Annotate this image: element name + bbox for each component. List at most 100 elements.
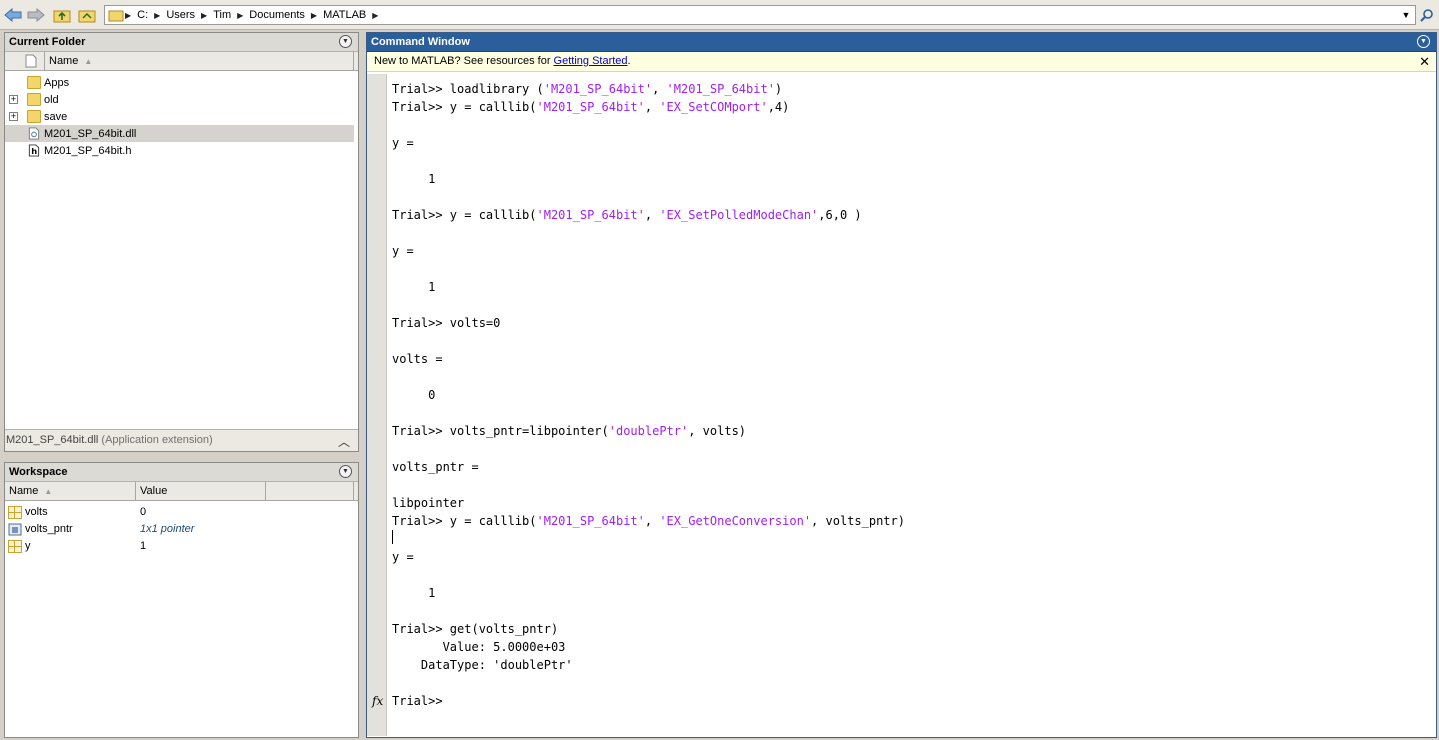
up-one-level-button[interactable] (52, 6, 72, 24)
command-line: Trial>> loadlibrary ('M201_SP_64bit', 'M… (392, 80, 905, 98)
command-window-panel: Command Window ▼ New to MATLAB? See reso… (366, 32, 1437, 738)
matrix-icon (8, 540, 22, 553)
panel-actions-button[interactable]: ▼ (339, 465, 352, 478)
file-item-apps[interactable]: Apps (5, 74, 354, 91)
name-column-header[interactable]: Name ▲ (45, 52, 354, 70)
command-line: Trial>> volts_pntr=libpointer('doublePtr… (392, 422, 905, 440)
command-line (392, 368, 905, 386)
command-output[interactable]: Trial>> loadlibrary ('M201_SP_64bit', 'M… (392, 80, 905, 710)
command-line: Trial>> volts=0 (392, 314, 905, 332)
back-button[interactable] (3, 6, 23, 24)
file-item-dll[interactable]: M201_SP_64bit.dll (5, 125, 354, 142)
command-line: y = (392, 548, 905, 566)
string-literal: 'doublePtr' (608, 424, 689, 438)
current-folder-path[interactable]: ▶ C: ▶ Users ▶ Tim ▶ Documents ▶ MATLAB … (104, 5, 1416, 25)
file-type-column-header[interactable] (5, 52, 45, 70)
command-line (392, 530, 905, 548)
string-literal: 'M201_SP_64bit' (536, 514, 645, 528)
command-text: ,4) (767, 100, 790, 114)
string-literal: 'EX_GetOneConversion' (659, 514, 812, 528)
breadcrumb-c[interactable]: C: (132, 9, 153, 21)
current-folder-panel: Current Folder ▼ Name ▲ Apps + old + save… (4, 32, 359, 452)
file-item-save[interactable]: + save (5, 108, 354, 125)
text-cursor (392, 530, 393, 544)
command-line: Trial>> y = calllib('M201_SP_64bit', 'EX… (392, 98, 905, 116)
workspace-header: Name ▲ Value (5, 482, 358, 501)
command-text: Trial>> (392, 694, 443, 708)
string-literal: 'M201_SP_64bit' (543, 82, 653, 96)
close-icon[interactable]: ✕ (1419, 54, 1430, 70)
string-literal: 'M201_SP_64bit' (666, 82, 775, 96)
svg-text:h: h (31, 146, 37, 156)
file-item-header[interactable]: h M201_SP_64bit.h (5, 142, 354, 159)
command-line: Trial>> y = calllib('M201_SP_64bit', 'EX… (392, 512, 905, 530)
command-window-title: Command Window (371, 36, 470, 48)
workspace-title-bar: Workspace ▼ (5, 463, 358, 482)
command-line: DataType: 'doublePtr' (392, 656, 905, 674)
command-text: , (644, 100, 660, 114)
workspace-row-volts-pntr[interactable]: volts_pntr 1x1 pointer (5, 521, 354, 538)
command-line (392, 674, 905, 692)
command-line: y = (392, 134, 905, 152)
command-line (392, 332, 905, 350)
command-line (392, 224, 905, 242)
sort-ascending-icon: ▲ (84, 57, 93, 66)
workspace-panel: Workspace ▼ Name ▲ Value volts 0 volts_pn… (4, 462, 359, 738)
chevron-down-icon: ▼ (1420, 38, 1427, 45)
function-browser-icon[interactable]: fx (372, 694, 383, 708)
browse-folder-button[interactable] (77, 6, 97, 24)
command-line (392, 440, 905, 458)
chevron-down-icon: ▼ (342, 38, 349, 45)
sort-ascending-icon: ▲ (44, 487, 53, 496)
breadcrumb-separator-icon: ▶ (154, 10, 161, 20)
forward-button[interactable] (26, 6, 46, 24)
panel-actions-button[interactable]: ▼ (1417, 35, 1430, 48)
search-button[interactable] (1418, 6, 1436, 24)
command-text: ,6,0 ) (818, 208, 862, 222)
command-text: Trial>> volts=0 (392, 316, 501, 330)
command-text: Trial>> loadlibrary ( (392, 82, 544, 96)
breadcrumb-separator-icon: ▶ (237, 10, 244, 20)
command-line: 1 (392, 278, 905, 296)
command-line: libpointer (392, 494, 905, 512)
ws-name-column-header[interactable]: Name ▲ (5, 482, 136, 500)
command-line (392, 602, 905, 620)
file-item-old[interactable]: + old (5, 91, 354, 108)
command-line: Trial>> y = calllib('M201_SP_64bit', 'EX… (392, 206, 905, 224)
string-literal: 'M201_SP_64bit' (536, 208, 645, 222)
dropdown-arrow-icon: ▼ (1401, 10, 1411, 20)
path-history-dropdown[interactable]: ▼ (1398, 6, 1414, 24)
command-line: Value: 5.0000e+03 (392, 638, 905, 656)
command-line (392, 296, 905, 314)
command-line (392, 260, 905, 278)
command-line (392, 404, 905, 422)
expand-plus-icon[interactable]: + (9, 95, 18, 104)
breadcrumb-matlab[interactable]: MATLAB (318, 9, 371, 21)
command-text: Trial>> y = calllib( (392, 100, 537, 114)
command-text: Trial>> volts_pntr=libpointer( (392, 424, 609, 438)
breadcrumb-separator-icon: ▶ (310, 10, 318, 20)
workspace-row-volts[interactable]: volts 0 (5, 504, 354, 521)
command-line (392, 476, 905, 494)
breadcrumb-documents[interactable]: Documents (244, 9, 310, 21)
pointer-object-icon (8, 523, 22, 536)
breadcrumb-separator-icon: ▶ (372, 10, 379, 20)
command-text: 1 (392, 172, 436, 186)
workspace-row-y[interactable]: y 1 (5, 538, 354, 555)
ws-value-column-header[interactable]: Value (136, 482, 266, 500)
breadcrumb-users[interactable]: Users (161, 9, 200, 21)
file-details-bar[interactable]: M201_SP_64bit.dll (Application extension… (5, 429, 358, 451)
getting-started-link[interactable]: Getting Started (554, 55, 628, 67)
chevron-up-icon[interactable]: ︿ (338, 433, 350, 450)
ws-extra-column-header[interactable] (266, 482, 354, 500)
folder-icon (27, 93, 41, 106)
command-text: , (644, 208, 660, 222)
file-list-header: Name ▲ (5, 52, 358, 71)
breadcrumb-tim[interactable]: Tim (208, 9, 236, 21)
panel-actions-button[interactable]: ▼ (339, 35, 352, 48)
command-line: 1 (392, 170, 905, 188)
expand-plus-icon[interactable]: + (9, 112, 18, 121)
command-line (392, 116, 905, 134)
command-text: y = (392, 550, 414, 564)
command-line: 1 (392, 584, 905, 602)
